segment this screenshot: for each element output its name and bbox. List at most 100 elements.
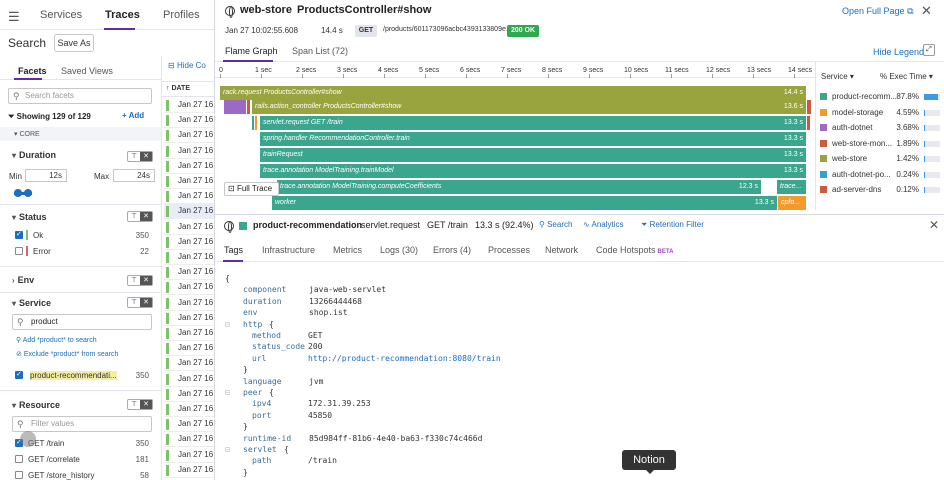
service-facet-header[interactable]: ▾ Service xyxy=(12,298,51,308)
nav-traces[interactable]: Traces xyxy=(105,9,140,21)
trace-row[interactable]: Jan 27 16 xyxy=(164,220,214,235)
service-item-checkbox[interactable] xyxy=(15,370,23,379)
duration-min-input[interactable]: 12s xyxy=(25,169,67,182)
flame-bar[interactable]: cpfo... xyxy=(778,196,806,210)
span-search-link[interactable]: ⚲ Search xyxy=(539,220,572,229)
service-row[interactable]: auth-dotnet 3.68% xyxy=(816,121,944,136)
full-trace-button[interactable]: ⊡ Full Trace xyxy=(224,182,279,196)
flame-sub-span[interactable] xyxy=(252,116,254,130)
flame-bar[interactable]: rails.action_controller ProductsControll… xyxy=(252,100,806,114)
resource-item-checkbox[interactable] xyxy=(15,471,23,479)
close-icon[interactable]: ✕ xyxy=(929,218,939,232)
trace-row[interactable]: Jan 27 16 xyxy=(164,356,214,372)
tab-logs[interactable]: Logs (30) xyxy=(380,245,418,255)
flame-sub-span[interactable] xyxy=(255,116,257,130)
trace-row[interactable]: Jan 27 16 xyxy=(164,448,214,463)
service-row[interactable]: model-storage 4.59% xyxy=(816,106,944,121)
flame-bar[interactable]: trace.annotation ModelTraining.computeCo… xyxy=(277,180,761,194)
tab-code-hotspots[interactable]: Code Hotspots BETA xyxy=(596,245,673,255)
flame-bar[interactable]: trainRequest 13.3 s xyxy=(260,148,806,162)
flame-sub-span[interactable] xyxy=(247,100,250,114)
flame-sub-span[interactable] xyxy=(224,100,246,114)
trace-row[interactable]: Jan 27 16 xyxy=(164,311,214,326)
nav-profiles[interactable]: Profiles xyxy=(163,9,200,21)
flame-bar[interactable]: spring.handler RecommendationController.… xyxy=(260,132,806,146)
status-facet-header[interactable]: ▾ Status xyxy=(12,212,47,222)
flame-bar[interactable]: trace.annotation ModelTraining.trainMode… xyxy=(260,164,806,178)
facet-filter-icon[interactable]: ⊤ xyxy=(128,276,140,285)
trace-row[interactable]: Jan 27 16 xyxy=(164,174,214,189)
resource-item-checkbox[interactable] xyxy=(15,455,23,463)
duration-slider-max-handle[interactable] xyxy=(24,189,32,197)
trace-row[interactable]: Jan 27 16 xyxy=(164,144,214,159)
duration-facet-header[interactable]: ▾ Duration xyxy=(12,150,56,160)
trace-row[interactable]: Jan 27 16 xyxy=(164,417,214,433)
trace-row[interactable]: Jan 27 16 xyxy=(164,326,214,341)
tab-network[interactable]: Network xyxy=(545,245,578,255)
service-row[interactable]: web-store-mon... 1.89% xyxy=(816,137,944,152)
tab-saved-views[interactable]: Saved Views xyxy=(61,66,113,76)
status-ok-checkbox[interactable] xyxy=(15,230,23,239)
trace-row[interactable]: Jan 27 16 xyxy=(164,372,214,387)
add-to-search-link[interactable]: ⚲ Add *product* to search xyxy=(16,336,97,344)
add-facet-button[interactable]: + Add xyxy=(122,111,144,120)
open-full-page-link[interactable]: Open Full Page ⧉ xyxy=(842,6,914,17)
expand-icon[interactable]: ⤢ xyxy=(923,44,935,56)
trace-row[interactable]: Jan 27 16 xyxy=(164,432,214,448)
trace-row[interactable]: Jan 27 16 xyxy=(164,128,214,144)
remove-facet-icon[interactable]: ✕ xyxy=(140,212,152,221)
remove-facet-icon[interactable]: ✕ xyxy=(140,298,152,307)
trace-row[interactable]: Jan 27 16 xyxy=(164,159,214,174)
facet-search-input[interactable]: ⚲ Search facets xyxy=(8,88,152,104)
duration-max-input[interactable]: 24s xyxy=(113,169,155,182)
trace-row[interactable]: Jan 27 16 xyxy=(164,189,214,205)
trace-row[interactable]: Jan 27 16 xyxy=(164,280,214,296)
tab-flame-graph[interactable]: Flame Graph xyxy=(225,46,278,56)
save-as-button[interactable]: Save As xyxy=(54,34,94,52)
close-icon[interactable]: ✕ xyxy=(921,3,932,19)
env-facet-header[interactable]: › Env xyxy=(12,275,34,285)
trace-row[interactable]: Jan 27 16 xyxy=(164,204,214,220)
flame-sub-span[interactable] xyxy=(807,116,810,130)
trace-row[interactable]: Jan 27 16 xyxy=(164,250,214,265)
retention-filter-link[interactable]: ⏷ Retention Filter xyxy=(641,220,704,230)
service-row[interactable]: product-recomm... 87.8% xyxy=(816,90,944,105)
trace-row[interactable]: Jan 27 16 xyxy=(164,296,214,311)
exec-time-column-header[interactable]: % Exec Time ▾ xyxy=(880,72,933,81)
facet-filter-icon[interactable]: ⊤ xyxy=(128,152,140,161)
tab-span-list[interactable]: Span List (72) xyxy=(292,46,348,56)
trace-row[interactable]: Jan 27 16 xyxy=(164,98,214,113)
flame-bar[interactable]: worker 13.3 s xyxy=(272,196,777,210)
tab-processes[interactable]: Processes xyxy=(488,245,530,255)
flame-bar[interactable]: trace... xyxy=(777,180,806,194)
trace-row[interactable]: Jan 27 16 xyxy=(164,463,214,478)
flame-sub-span[interactable] xyxy=(807,100,811,114)
flame-bar[interactable]: rack.request ProductsController#show 14.4… xyxy=(220,86,806,100)
trace-row[interactable]: Jan 27 16 xyxy=(164,113,214,129)
hide-controls-link[interactable]: ⊟ Hide Co xyxy=(168,61,206,70)
facet-filter-icon[interactable]: ⊤ xyxy=(128,212,140,221)
trace-row[interactable]: Jan 27 16 xyxy=(164,402,214,417)
tab-errors[interactable]: Errors (4) xyxy=(433,245,471,255)
flame-bar[interactable]: servlet.request GET /train 13.3 s xyxy=(260,116,806,130)
trace-row[interactable]: Jan 27 16 xyxy=(164,235,214,250)
date-column-header[interactable]: ↑ DATE xyxy=(162,81,214,97)
service-row[interactable]: auth-dotnet-po... 0.24% xyxy=(816,168,944,183)
hide-legend-link[interactable]: Hide Legend xyxy=(873,47,924,57)
resource-facet-header[interactable]: ▾ Resource xyxy=(12,400,60,410)
service-row[interactable]: web-store 1.42% xyxy=(816,152,944,167)
tab-metrics[interactable]: Metrics xyxy=(333,245,362,255)
span-analytics-link[interactable]: ∿ Analytics xyxy=(583,220,624,229)
tab-infrastructure[interactable]: Infrastructure xyxy=(262,245,315,255)
exclude-from-search-link[interactable]: ⊘ Exclude *product* from search xyxy=(16,350,118,358)
menu-icon[interactable]: ☰ xyxy=(8,9,20,25)
remove-facet-icon[interactable]: ✕ xyxy=(140,276,152,285)
resource-filter-input[interactable]: ⚲ Filter values xyxy=(12,416,152,432)
tab-tags[interactable]: Tags xyxy=(224,245,243,255)
facet-filter-icon[interactable]: ⊤ xyxy=(128,298,140,307)
tab-facets[interactable]: Facets xyxy=(18,66,47,76)
nav-services[interactable]: Services xyxy=(40,9,82,21)
json-url-link[interactable]: http://product-recommendation:8080/train xyxy=(308,354,501,363)
service-row[interactable]: ad-server-dns 0.12% xyxy=(816,183,944,198)
trace-row[interactable]: Jan 27 16 xyxy=(164,387,214,402)
